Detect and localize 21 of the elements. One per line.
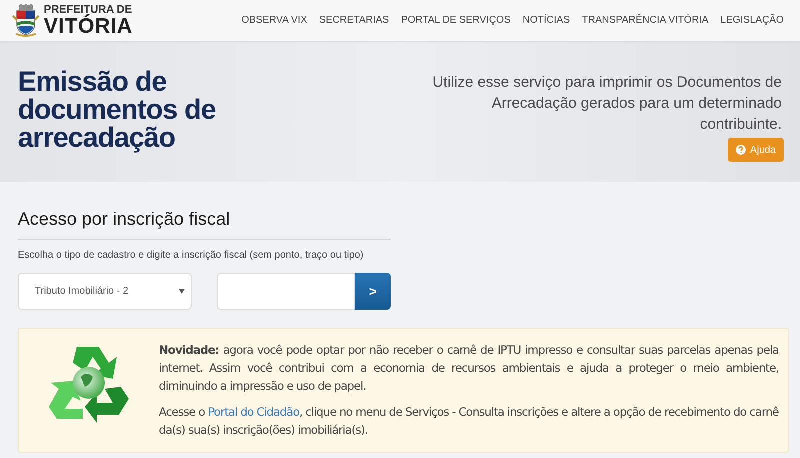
notice-instructions: Acesse o Portal do Cidadão, clique no menu de Serviços - Consulta inscrições e altere a opção de recebimento do carnê da(s) sua(s) inscrição(ões) imobiliária(s). xyxy=(159,404,779,439)
help-icon xyxy=(736,145,746,155)
submit-button[interactable]: > xyxy=(355,273,391,310)
register-type-select[interactable]: Tributo Imobiliário - 2 xyxy=(18,273,192,310)
description: Utilize esse serviço para imprimir os Documentos de Arrecadação gerados para um determinado contribuinte. xyxy=(432,73,782,135)
page-title: Emissão de documentos de arrecadação xyxy=(18,68,217,155)
logo-subtitle: PREFEITURA DE xyxy=(44,4,133,16)
portal-link[interactable]: Portal do Cidadão xyxy=(208,405,300,419)
notice-text: Novidade: agora você pode optar por não receber o carnê de IPTU impresso e consultar suas parcelas apenas pela internet. Assim você contribui com a economia de recursos ambientais e ajuda a proteger o meio ambiente, diminuindo a impressão e uso de papel. xyxy=(159,342,779,395)
nav-link[interactable]: TRANSPARÊNCIA VITÓRIA xyxy=(582,13,709,28)
nav-link[interactable]: OBSERVA VIX xyxy=(242,13,308,28)
section-heading: Acesso por inscrição fiscal xyxy=(18,208,232,231)
nav-link[interactable]: SECRETARIAS xyxy=(319,13,390,28)
nav-link[interactable]: NOTÍCIAS xyxy=(522,13,570,28)
instructions: Escolha o tipo de cadastro e digite a inscrição fiscal (sem ponto, traço ou tipo) xyxy=(18,249,365,263)
caret-icon xyxy=(179,289,185,294)
logo-title: VITÓRIA xyxy=(44,16,133,36)
nav-link[interactable]: PORTAL DE SERVIÇOS xyxy=(401,13,511,28)
nav-link[interactable]: LEGISLAÇÃO xyxy=(720,13,784,28)
coat-of-arms-icon xyxy=(12,4,40,38)
fiscal-number-field[interactable] xyxy=(217,273,355,310)
